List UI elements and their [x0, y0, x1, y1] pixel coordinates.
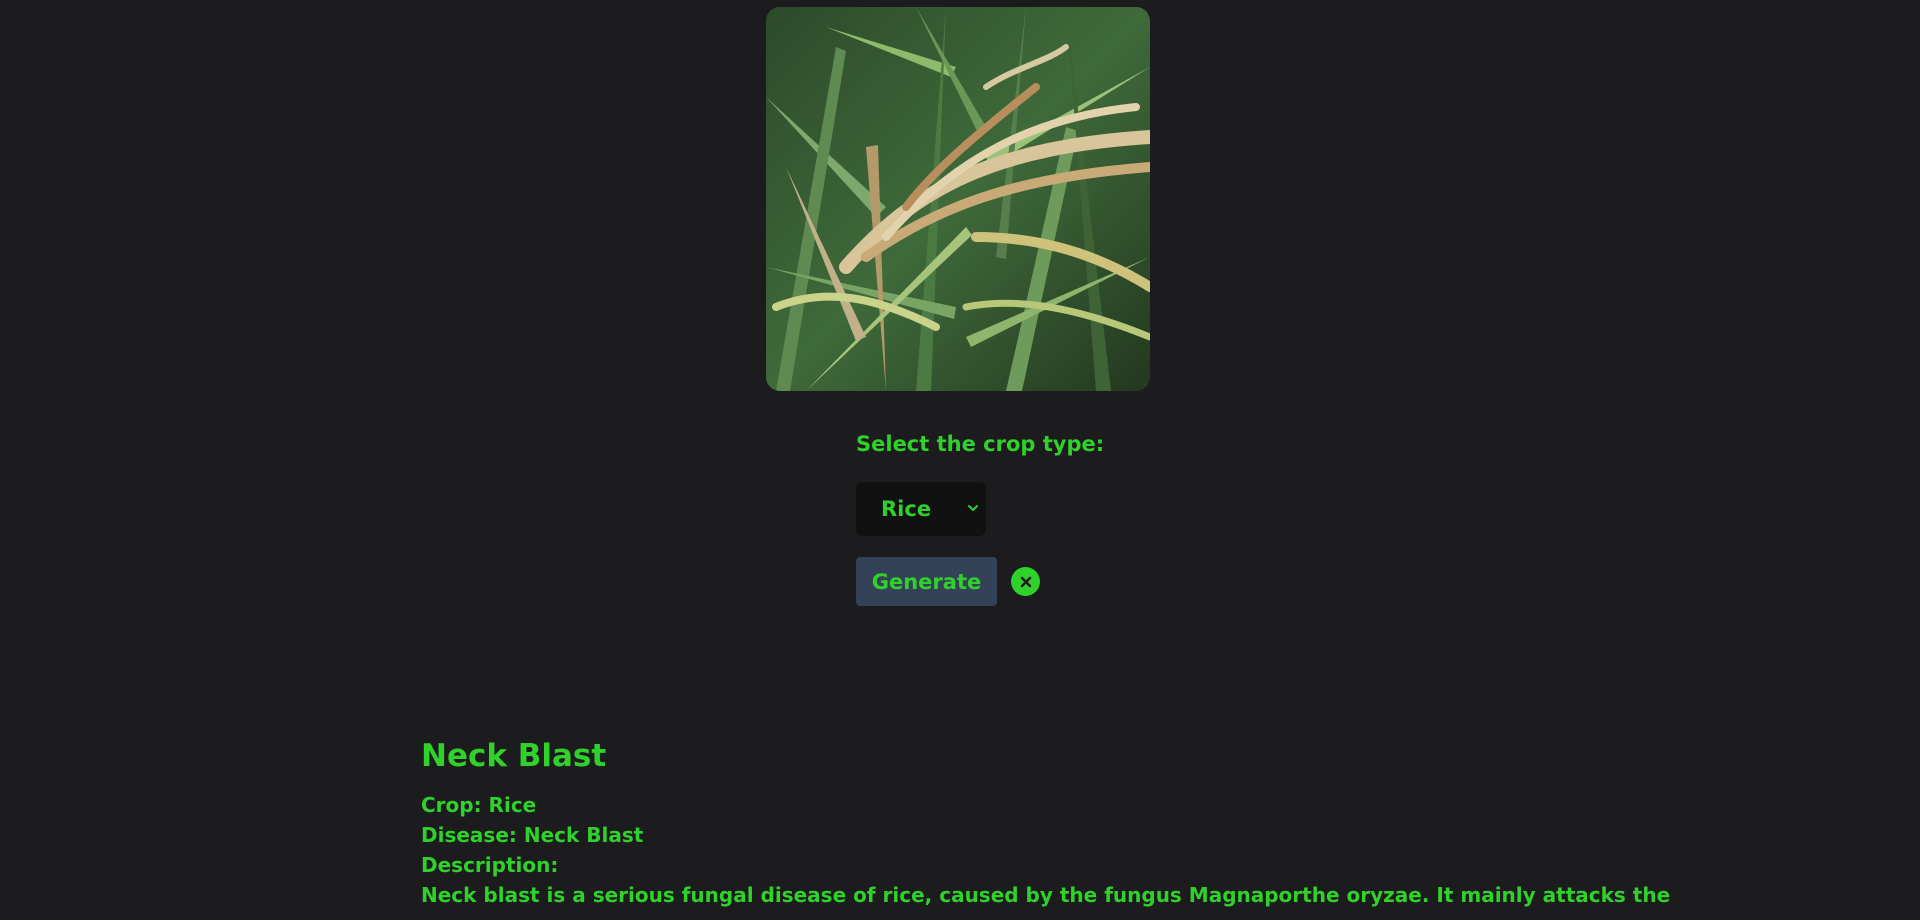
- crop-line: Crop: Rice: [421, 793, 537, 817]
- disease-line: Disease: Neck Blast: [421, 823, 644, 847]
- crop-type-label: Select the crop type:: [856, 432, 1105, 456]
- page: Select the crop type: Rice Generate Neck…: [0, 0, 1920, 920]
- crop-type-selected-value: Rice: [881, 497, 932, 521]
- uploaded-crop-image: [766, 7, 1150, 391]
- description-heading: Description:: [421, 853, 559, 877]
- generate-button[interactable]: Generate: [856, 557, 997, 606]
- result-details: Crop: Rice Disease: Neck Blast Descripti…: [421, 790, 1671, 910]
- clear-button[interactable]: [1011, 567, 1040, 596]
- chevron-down-icon: [968, 505, 978, 511]
- description-text: Neck blast is a serious fungal disease o…: [421, 883, 1671, 907]
- disease-title: Neck Blast: [421, 738, 607, 774]
- close-icon: [1020, 576, 1031, 587]
- crop-type-select[interactable]: Rice: [856, 482, 986, 536]
- result-panel: Neck Blast Crop: Rice Disease: Neck Blas…: [421, 736, 1671, 910]
